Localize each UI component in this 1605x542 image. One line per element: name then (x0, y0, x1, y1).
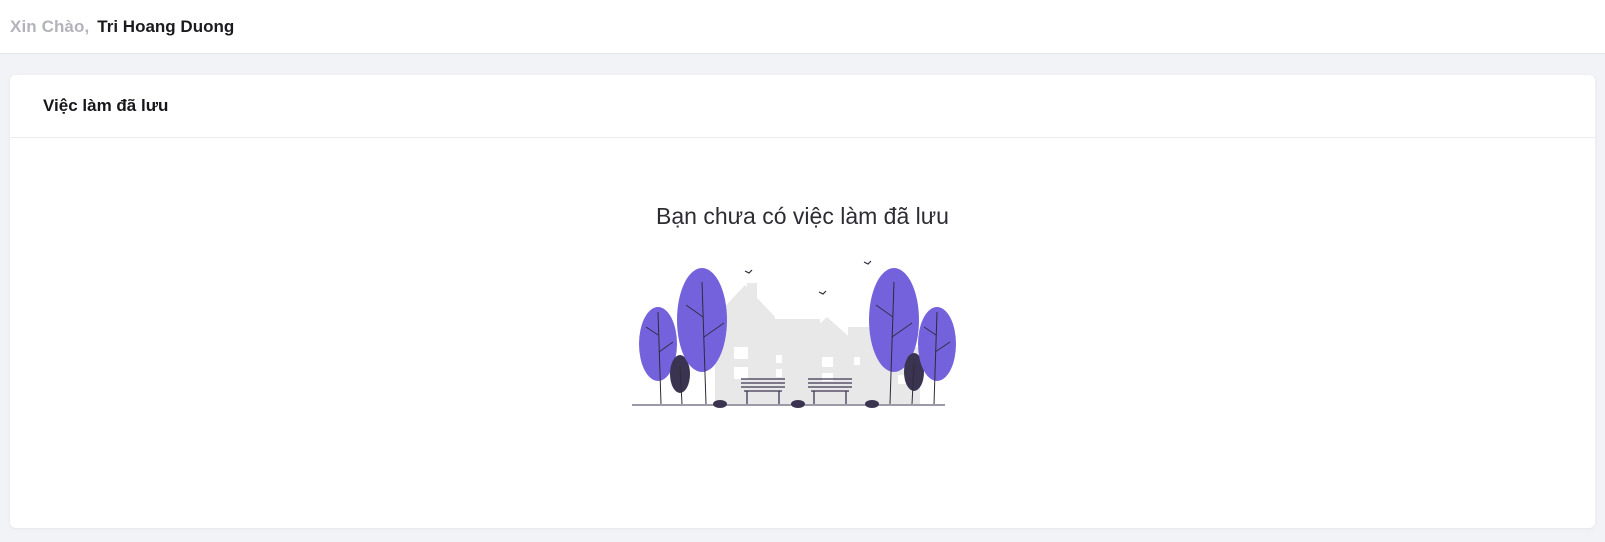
greeting-label: Xin Chào, (10, 16, 90, 36)
card-header: Việc làm đã lưu (10, 75, 1595, 138)
empty-city-park-illustration (632, 260, 956, 408)
saved-jobs-card: Việc làm đã lưu Bạn chưa có việc làm đã … (10, 75, 1595, 528)
empty-state-message: Bạn chưa có việc làm đã lưu (656, 203, 949, 229)
birds (744, 260, 872, 295)
trees-left (639, 268, 727, 405)
user-name[interactable]: Tri Hoang Duong (97, 17, 234, 37)
saved-jobs-title: Việc làm đã lưu (43, 96, 169, 115)
top-bar: Xin Chào, Tri Hoang Duong (0, 0, 1605, 54)
